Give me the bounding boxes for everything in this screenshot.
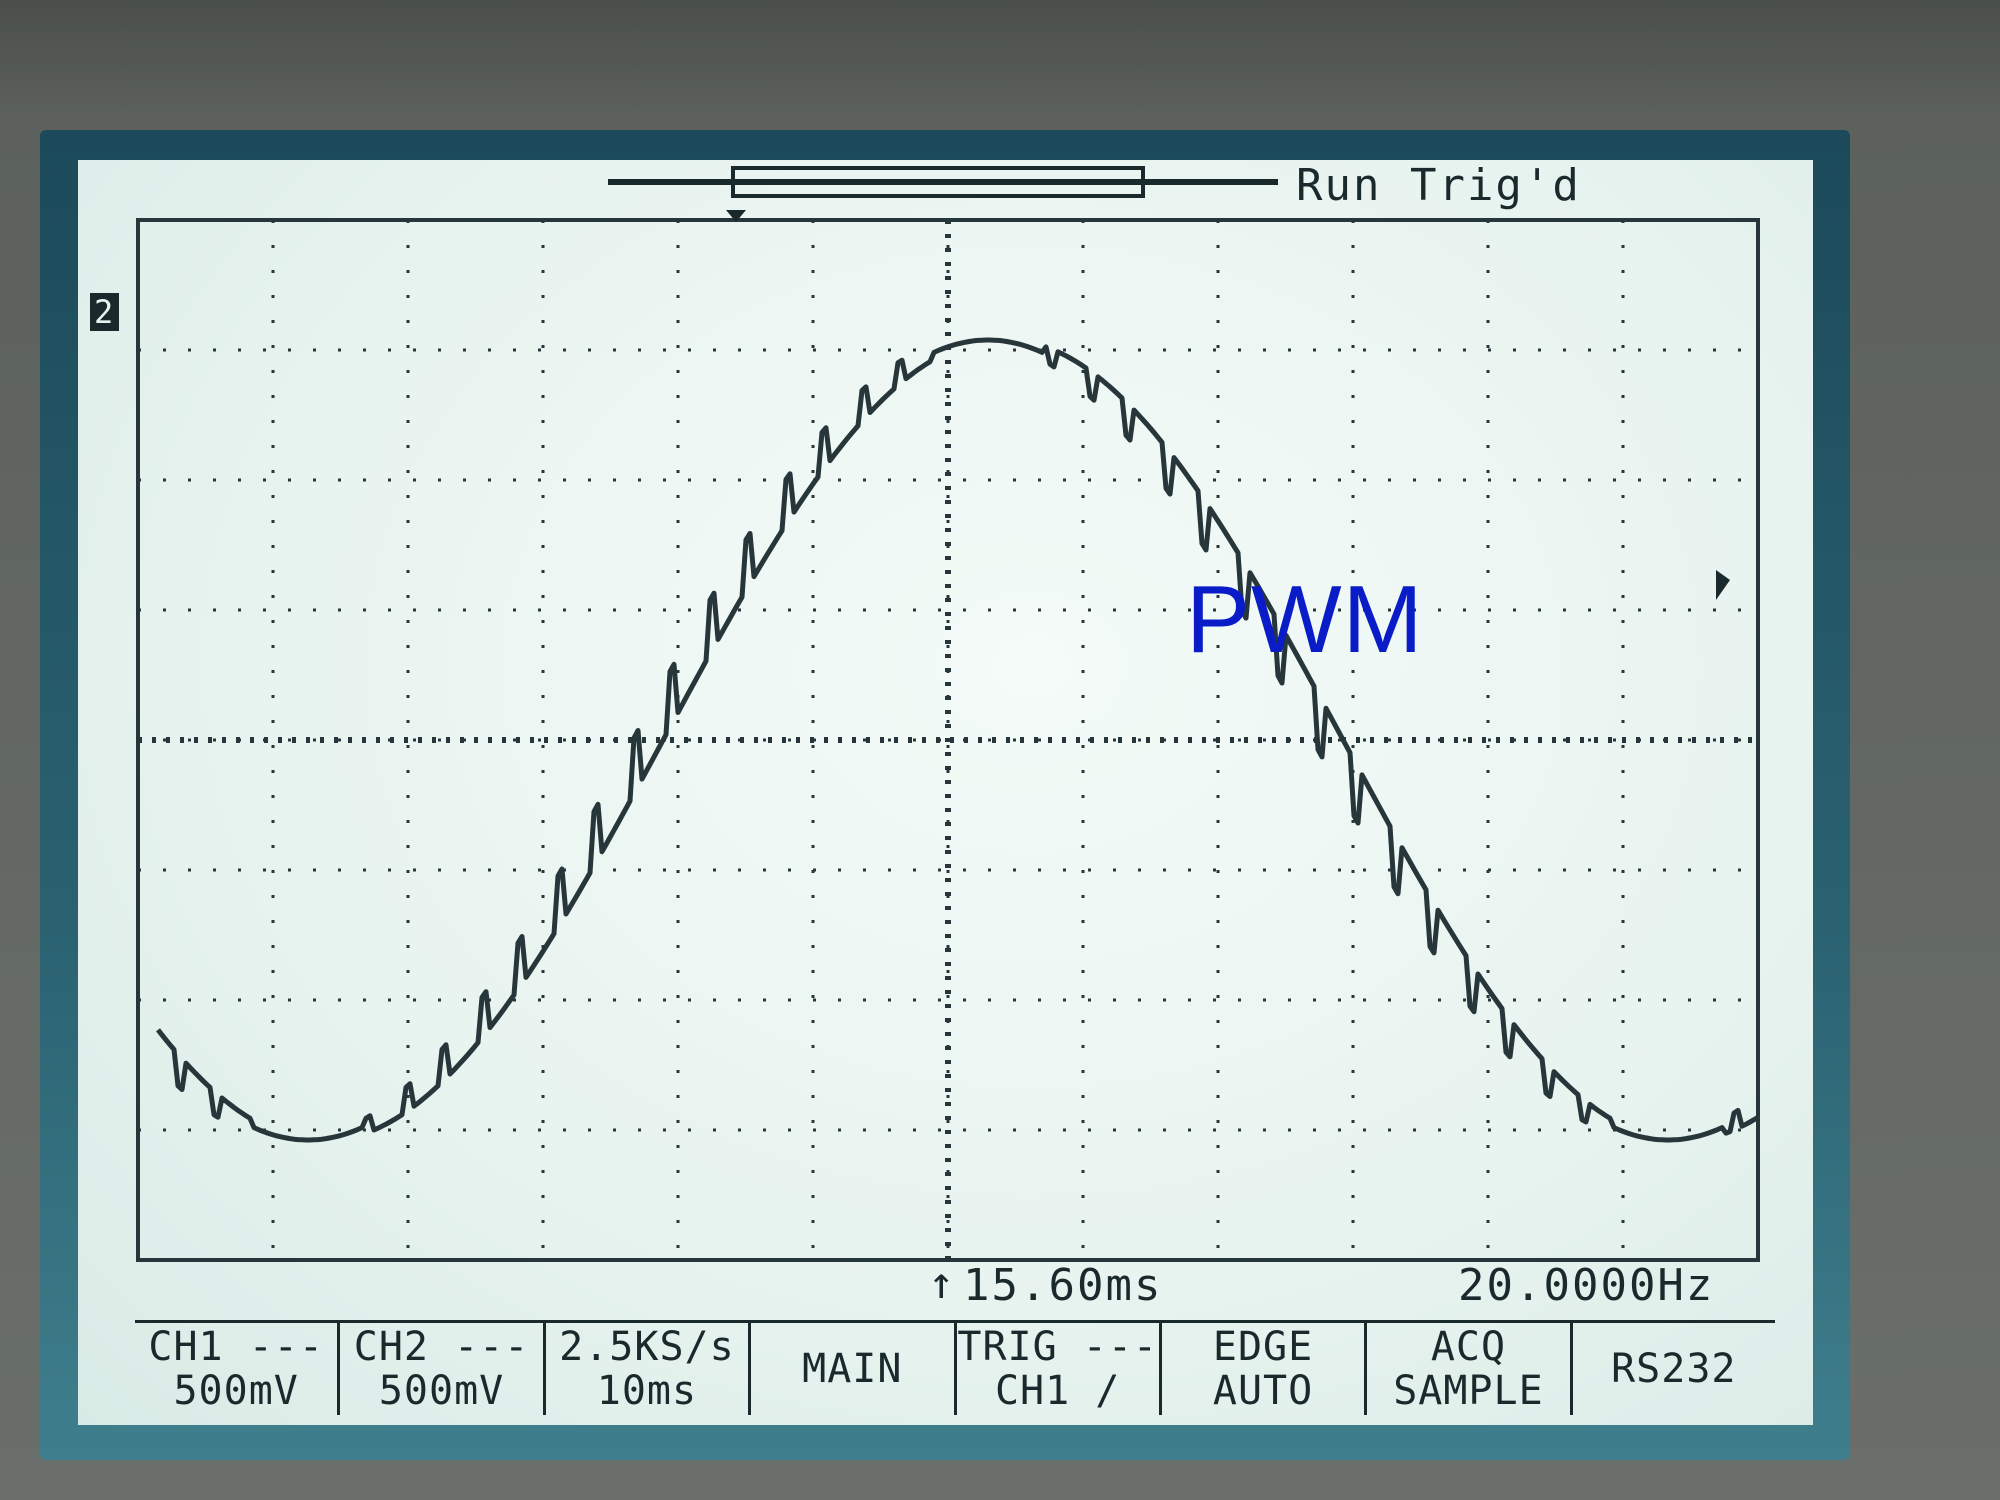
graticule-grid [136, 218, 1760, 1262]
menu-bar: CH1 --- 500mV CH2 --- 500mV 2.5KS/s 10ms MAIN T… [135, 1320, 1775, 1415]
menu-cell-line2: CH1 / [994, 1368, 1121, 1414]
menu-cell-1[interactable]: CH2 --- 500mV [337, 1323, 542, 1415]
menu-cell-4[interactable]: TRIG --- CH1 / [953, 1323, 1159, 1415]
menu-cell-3[interactable]: MAIN [748, 1323, 953, 1415]
channel-ground-marker: 2 [90, 293, 120, 331]
menu-cell-5[interactable]: EDGE AUTO [1158, 1323, 1364, 1415]
frequency-readout: 20.0000Hz [1458, 1260, 1715, 1311]
menu-cell-6[interactable]: ACQ SAMPLE [1364, 1323, 1569, 1415]
menu-cell-line1: 2.5KS/s [559, 1324, 735, 1370]
menu-cell-line1: EDGE [1212, 1324, 1314, 1370]
pwm-label: PWM [1186, 566, 1424, 673]
menu-cell-line2: SAMPLE [1393, 1368, 1544, 1414]
menu-cell-line1: RS232 [1611, 1346, 1737, 1392]
menu-cell-line2: 10ms [596, 1368, 698, 1414]
menu-cell-line2: AUTO [1212, 1368, 1314, 1414]
menu-cell-7[interactable]: RS232 [1569, 1323, 1775, 1415]
menu-cell-line1: CH1 --- [148, 1324, 324, 1370]
menu-cell-line2: 500mV [173, 1368, 299, 1414]
trigger-arrow-icon: ↑ [928, 1258, 957, 1309]
menu-cell-line1: ACQ [1430, 1324, 1507, 1370]
menu-cell-2[interactable]: 2.5KS/s 10ms [542, 1323, 748, 1415]
menu-cell-line1: TRIG --- [957, 1324, 1159, 1370]
menu-cell-line1: MAIN [802, 1346, 903, 1392]
trigger-level-marker [1716, 570, 1730, 600]
menu-cell-line1: CH2 --- [353, 1324, 530, 1370]
menu-cell-0[interactable]: CH1 --- 500mV [135, 1323, 337, 1415]
acquisition-status: Run Trig'd [1296, 160, 1581, 211]
pwm-waveform-trace [156, 337, 1760, 1143]
oscilloscope-screen: Run Trig'd 2 15.60ms 20.0000Hz ↑ PWM [78, 160, 1813, 1425]
trigger-time-readout: 15.60ms [963, 1260, 1163, 1311]
waveform-display [136, 166, 1760, 1262]
record-position-bar [608, 166, 1278, 198]
menu-cell-line2: 500mV [378, 1368, 505, 1414]
